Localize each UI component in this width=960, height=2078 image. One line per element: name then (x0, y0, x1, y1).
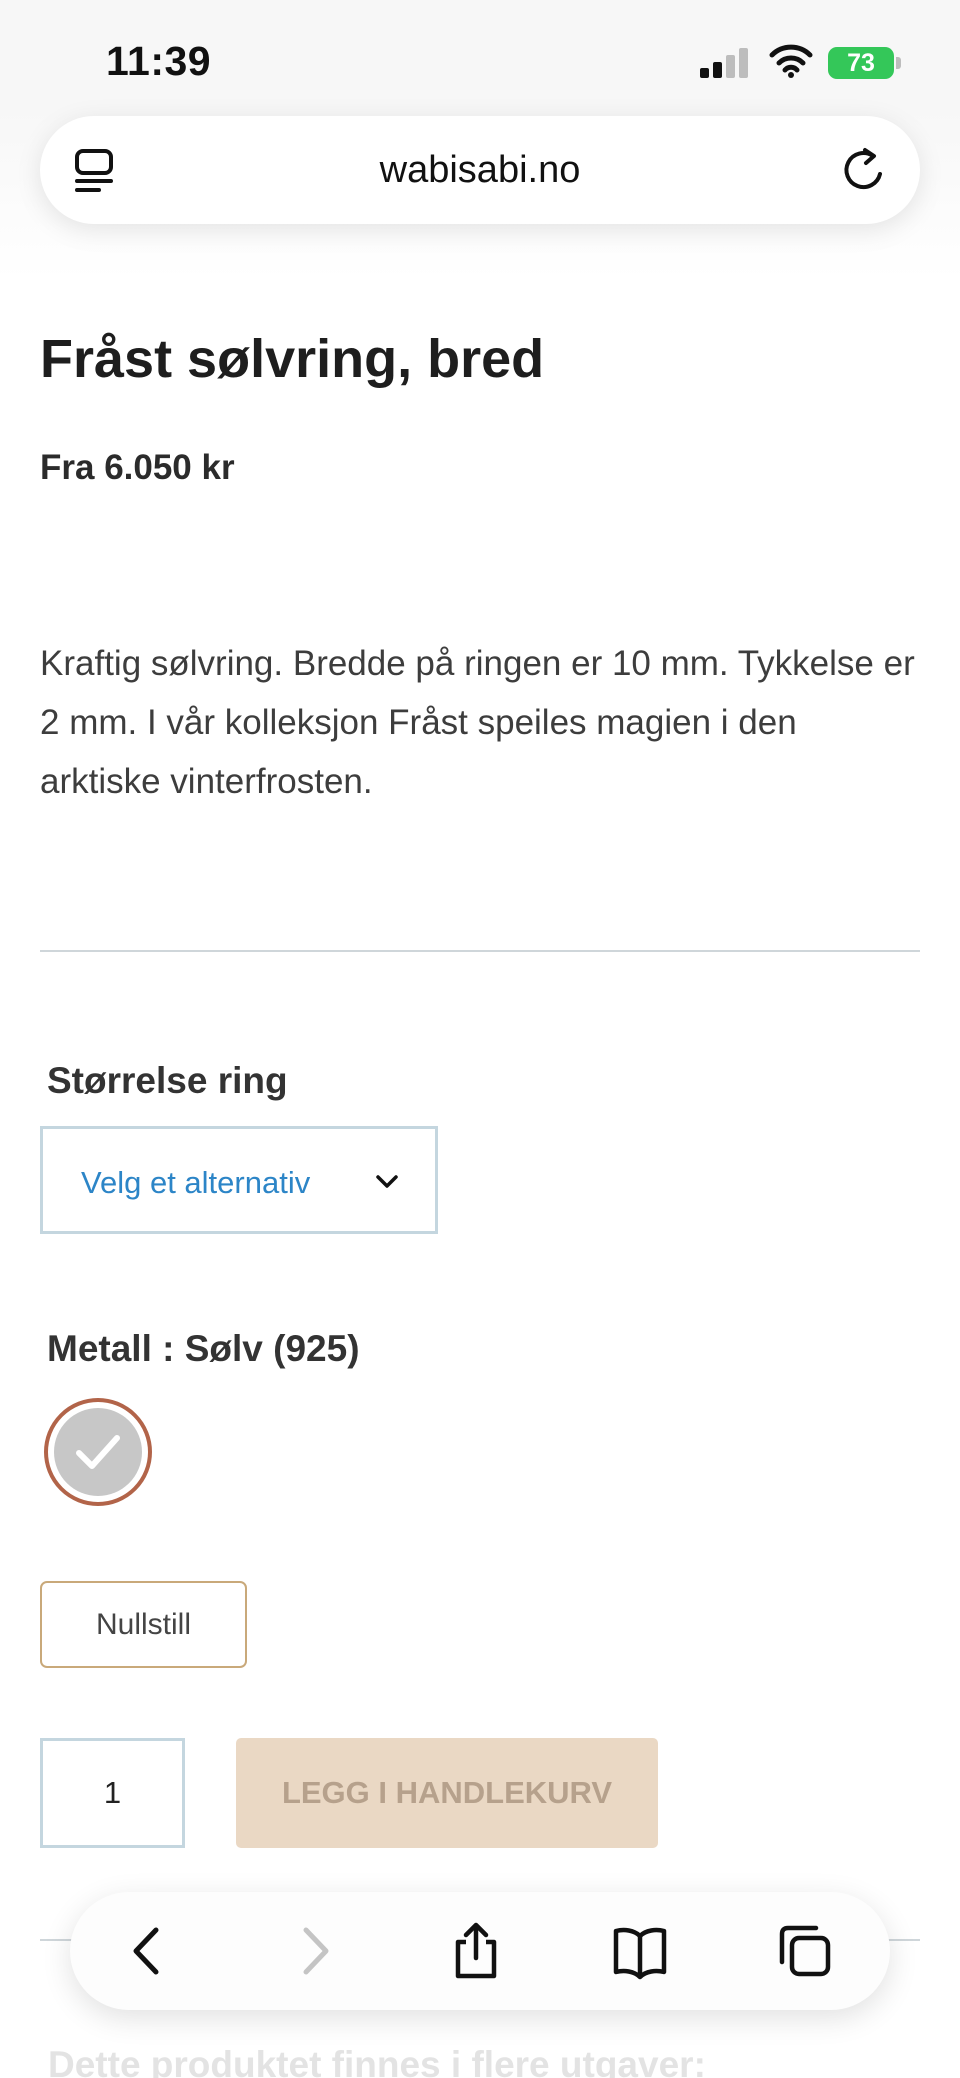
tabs-icon[interactable] (774, 1922, 834, 1980)
variants-heading: Dette produktet finnes i flere utgaver: (48, 2044, 706, 2078)
metal-swatch-fill (54, 1408, 142, 1496)
product-title: Fråst sølvring, bred (40, 329, 545, 389)
chevron-down-icon (376, 1175, 398, 1188)
metal-label: Metall : Sølv (925) (47, 1328, 360, 1369)
cellular-signal-icon (700, 46, 750, 78)
reload-icon[interactable] (842, 146, 888, 194)
quantity-input[interactable]: 1 (40, 1738, 185, 1848)
browser-toolbar (70, 1892, 890, 2010)
size-select[interactable]: Velg et alternativ (40, 1126, 438, 1234)
size-label: Størrelse ring (47, 1060, 288, 1101)
size-select-value: Velg et alternativ (81, 1165, 311, 1200)
product-description: Kraftig sølvring. Bredde på ringen er 10… (40, 644, 915, 801)
forward-arrow-icon[interactable] (284, 1922, 344, 1980)
url-text[interactable]: wabisabi.no (40, 149, 920, 192)
add-to-cart-button[interactable]: LEGG I HANDLEKURV (236, 1738, 658, 1848)
status-bar: 11:39 73 (0, 0, 960, 110)
address-bar[interactable]: wabisabi.no (40, 116, 920, 224)
battery-cap (896, 57, 901, 69)
status-time: 11:39 (106, 38, 212, 84)
wifi-icon (769, 44, 813, 78)
product-price: Fra 6.050 kr (40, 448, 235, 487)
back-arrow-icon[interactable] (118, 1922, 178, 1980)
reset-button[interactable]: Nullstill (40, 1581, 247, 1668)
check-icon (76, 1435, 120, 1469)
section-divider (40, 950, 920, 952)
metal-swatch-silver[interactable] (44, 1398, 152, 1506)
battery-level: 73 (828, 47, 894, 79)
share-icon[interactable] (446, 1922, 506, 1980)
bookmarks-icon[interactable] (610, 1922, 670, 1980)
